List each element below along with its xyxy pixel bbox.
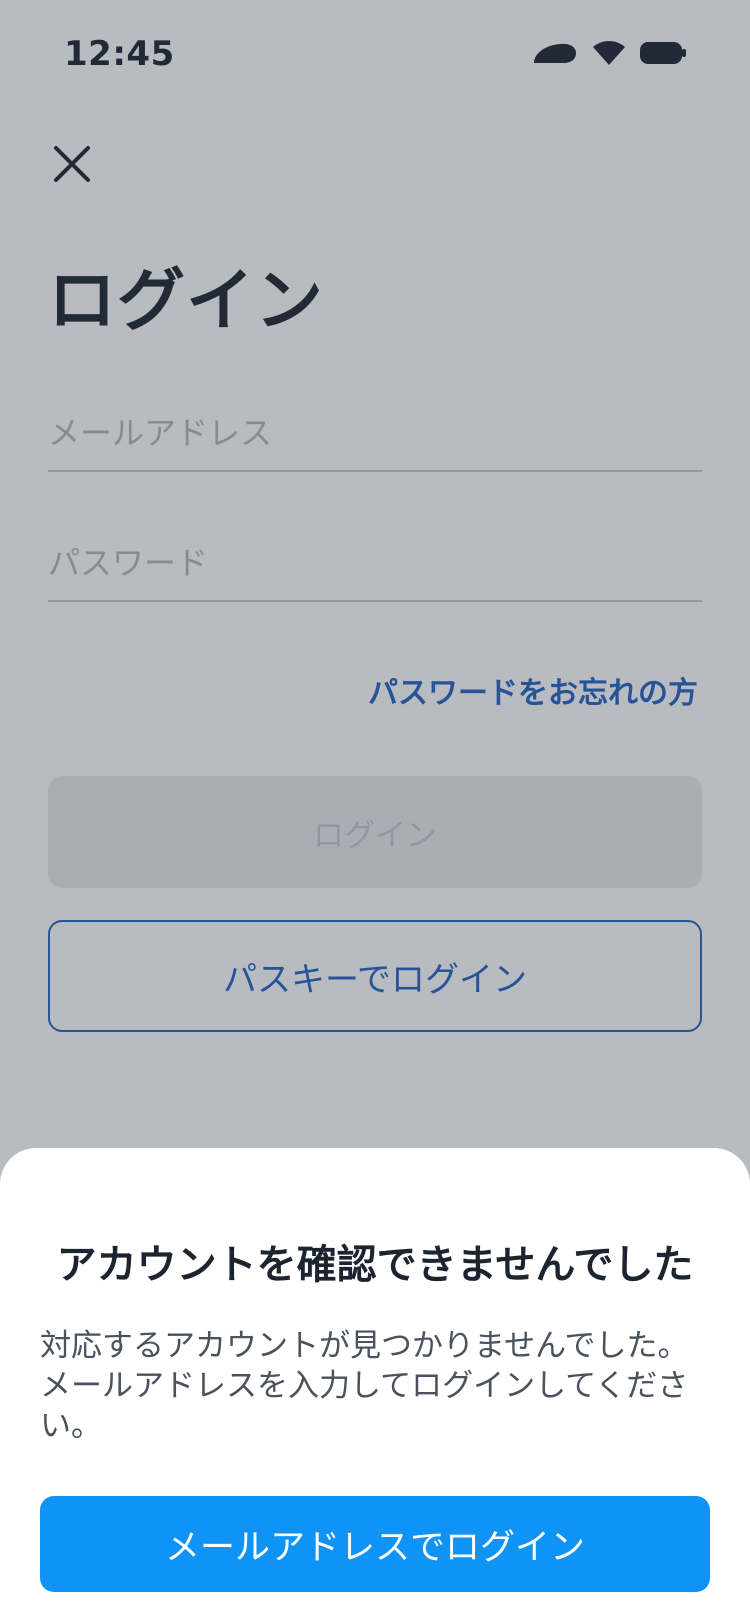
sheet-message: 対応するアカウントが見つかりませんでした。メールアドレスを入力してログインしてく… [40,1328,689,1444]
sheet-title: アカウントを確認できませんでした [56,1242,694,1288]
bottom-sheet: アカウントを確認できませんでした 対応するアカウントが見つかりませんでした。メー… [0,1148,750,1624]
email-login-button[interactable]: メールアドレスでログイン [40,1496,710,1592]
